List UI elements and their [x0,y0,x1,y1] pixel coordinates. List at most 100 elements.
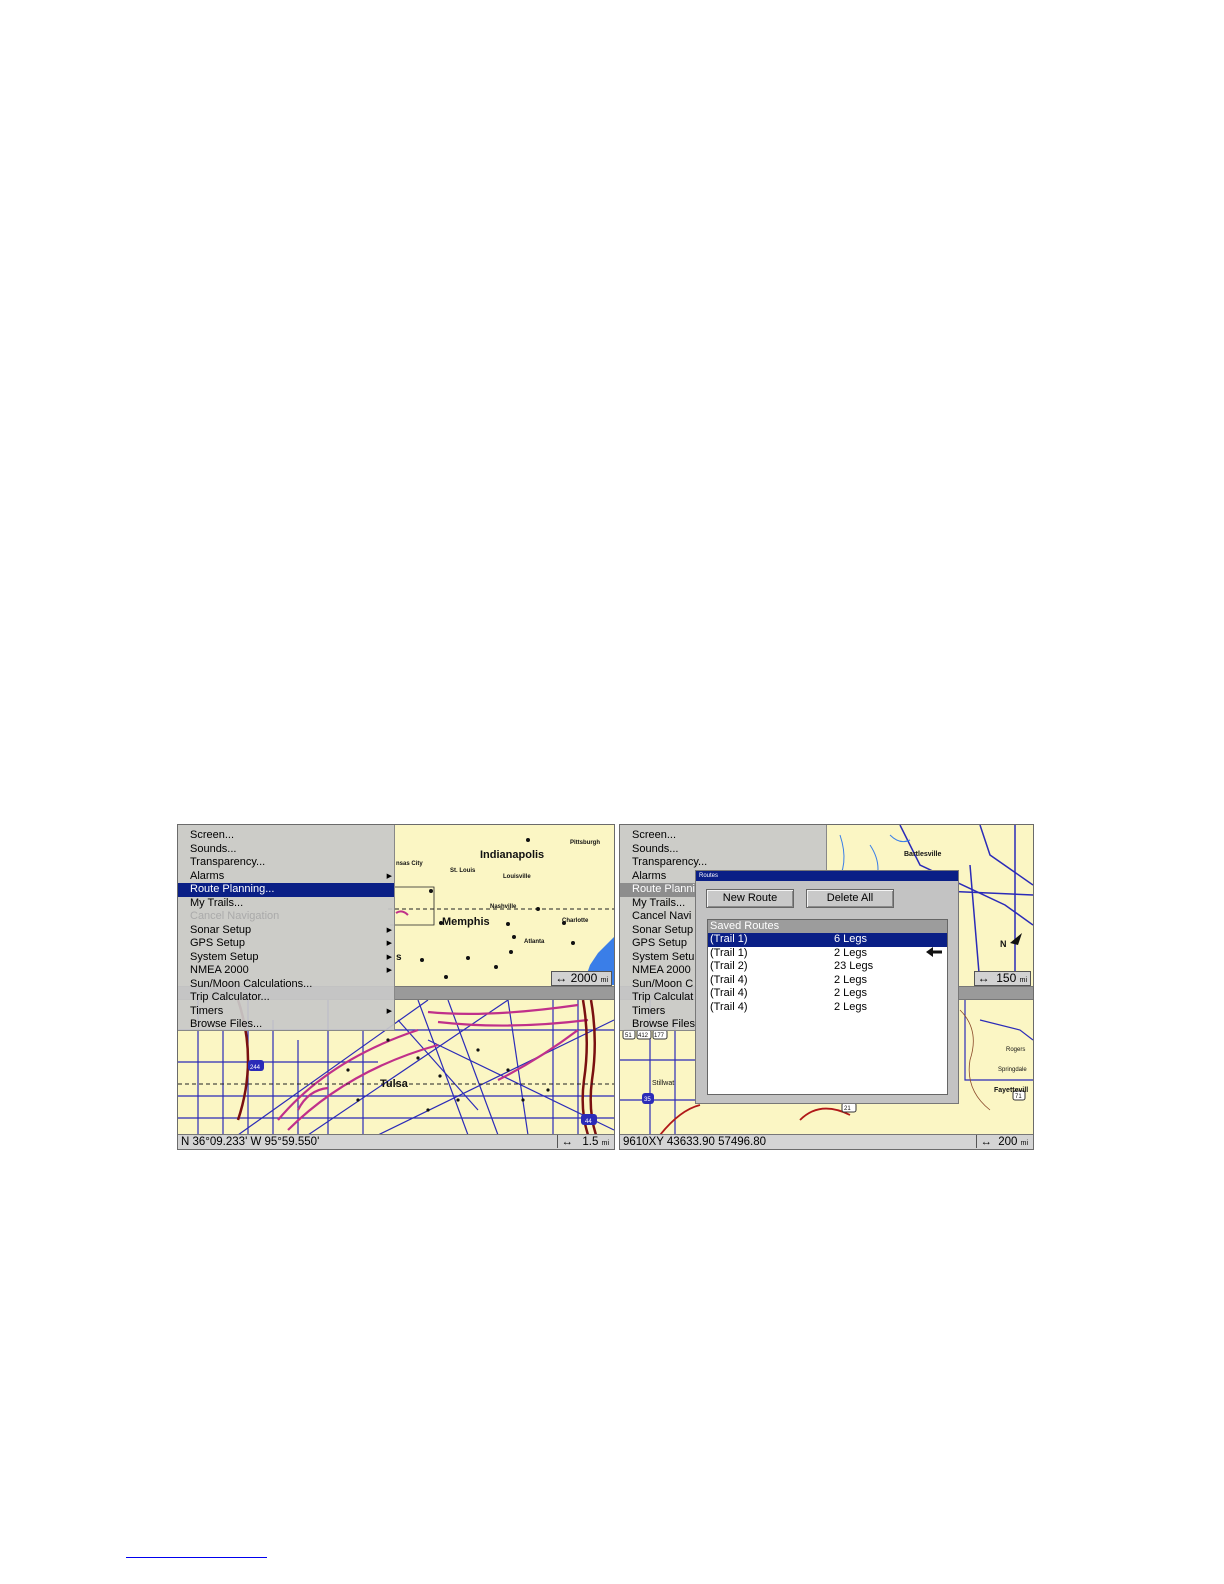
north-indicator: N [1000,939,1007,949]
route-legs: 23 Legs [834,960,874,972]
city-kansas-city: nsas City [396,861,423,867]
menu-item[interactable]: Trip Calculator... [178,991,394,1005]
submenu-arrow-icon: ▶ [386,967,392,974]
left-map-screen: Indianapolis Pittsburgh nsas City St. Lo… [177,824,615,1150]
city-tulsa: Tulsa [380,1078,409,1090]
route-row[interactable]: (Trail 2) 23 Legs [708,960,947,974]
menu-item-label: Sonar Setup [632,923,694,936]
svg-text:51: 51 [625,1033,632,1039]
menu-item-label: My Trails... [632,896,686,909]
menu-item[interactable]: Sonar Setup ▶ [178,924,394,938]
route-name: (Trail 4) [710,987,748,999]
city-charlotte: Charlotte [562,918,589,924]
route-row[interactable]: (Trail 1) 6 Legs [708,933,947,947]
menu-item[interactable]: Timers ▶ [178,1005,394,1019]
menu-item-label: Trip Calculat [632,991,694,1003]
menu-item-label: Timers [632,1004,666,1017]
svg-text:244: 244 [250,1065,261,1071]
menu-item-label: Timers [190,1004,224,1017]
route-name: (Trail 2) [710,960,748,972]
svg-text:177: 177 [654,1033,665,1039]
menu-item: Cancel Navigation [178,910,394,924]
routes-dialog: Routes New Route Delete All Saved Routes… [695,870,959,1104]
menu-item-label: GPS Setup [632,937,688,949]
route-name: (Trail 1) [710,946,748,959]
menu-item-label: Screen... [190,829,235,841]
city-indianapolis: Indianapolis [480,849,544,861]
city-memphis: Memphis [442,916,490,928]
city-louisville: Louisville [503,874,531,880]
menu-item-label: Route Planning... [190,883,275,895]
menu-item-label: Screen... [632,829,677,841]
route-legs: 2 Legs [834,973,868,986]
submenu-arrow-icon: ▶ [386,953,392,961]
top-map-scale: ↔ 2000 mi [551,971,612,986]
city-bartlesville: Bartlesville [904,851,941,858]
menu-item[interactable]: Sounds... [620,843,826,857]
route-row[interactable]: (Trail 1) 2 Legs [708,947,947,961]
route-legs: 2 Legs [834,1000,868,1013]
position-coordinates: 9610XY 43633.90 57496.80 [623,1136,767,1148]
dialog-title: Routes [696,871,958,881]
svg-text:35: 35 [644,1097,651,1103]
menu-item-label: System Setup [190,950,259,963]
left-arrow-icon [926,947,942,957]
city-springdale: Springdale [998,1067,1027,1073]
footnote-rule [126,1557,267,1558]
delete-all-button[interactable]: Delete All [806,889,894,908]
route-name: (Trail 4) [710,1000,748,1013]
submenu-arrow-icon: ▶ [386,926,392,934]
route-name: (Trail 4) [710,973,748,986]
route-legs: 2 Legs [834,987,868,999]
bottom-map-scale: ↔ 200 mi [976,1135,1031,1148]
menu-item[interactable]: System Setup ▶ [178,951,394,965]
svg-text:44: 44 [585,1119,592,1125]
menu-item-label: Browse Files [632,1018,695,1030]
menu-item[interactable]: Screen... [178,829,394,843]
menu-item[interactable]: My Trails... [178,897,394,911]
menu-item-label: GPS Setup [190,937,246,949]
route-name: (Trail 1) [710,933,748,945]
new-route-button[interactable]: New Route [706,889,794,908]
menu-item[interactable]: Browse Files... [178,1018,394,1032]
route-row[interactable]: (Trail 4) 2 Legs [708,974,947,988]
menu-item-label: Browse Files... [190,1018,263,1030]
city-st-louis: St. Louis [450,868,476,874]
menu-item[interactable]: NMEA 2000 ▶ [178,964,394,978]
menu-item[interactable]: Alarms ▶ [178,870,394,884]
menu-item[interactable]: GPS Setup ▶ [178,937,394,951]
menu-item-label: Transparency... [632,856,708,868]
menu-item[interactable]: Sounds... [178,843,394,857]
menu-item-label: Cancel Navi [632,910,692,922]
menu-item-label: NMEA 2000 [632,964,691,976]
menu-item-label: Cancel Navigation [190,910,280,922]
main-menu: Screen... Sounds... Transparency... Alarms ▶… [178,825,395,1031]
menu-item-label: Sonar Setup [190,923,252,936]
menu-item[interactable]: Screen... [620,829,826,843]
menu-item[interactable]: Transparency... [178,856,394,870]
status-bar: 9610XY 43633.90 57496.80 ↔ 200 mi [620,1134,1033,1149]
city-fragment: s [396,952,402,963]
position-coordinates: N 36°09.233' W 95°59.550' [181,1136,320,1148]
menu-item-label: Sun/Moon Calculations... [190,977,313,990]
route-row[interactable]: (Trail 4) 2 Legs [708,1001,947,1015]
saved-routes-header: Saved Routes [708,920,947,933]
submenu-arrow-icon: ▶ [386,872,392,880]
saved-routes-list: Saved Routes (Trail 1) 6 Legs (Trail 1) 2 L… [707,919,948,1095]
svg-text:21: 21 [844,1106,851,1112]
city-atlanta: Atlanta [524,939,545,945]
menu-item-label: System Setu [632,950,695,963]
menu-item-label: My Trails... [190,896,244,909]
svg-text:71: 71 [1015,1094,1022,1100]
menu-item-label: Transparency... [190,856,266,868]
menu-item-label: Sun/Moon C [632,977,694,990]
menu-item[interactable]: Sun/Moon Calculations... [178,978,394,992]
menu-item-label: Trip Calculator... [190,991,270,1003]
menu-item[interactable]: Transparency... [620,856,826,870]
menu-item[interactable]: Route Planning... [178,883,394,897]
route-row[interactable]: (Trail 4) 2 Legs [708,987,947,1001]
menu-item-label: Sounds... [190,842,237,855]
route-legs: 6 Legs [834,933,868,945]
route-legs: 2 Legs [834,946,868,959]
city-nashville: Nashville [490,904,517,910]
